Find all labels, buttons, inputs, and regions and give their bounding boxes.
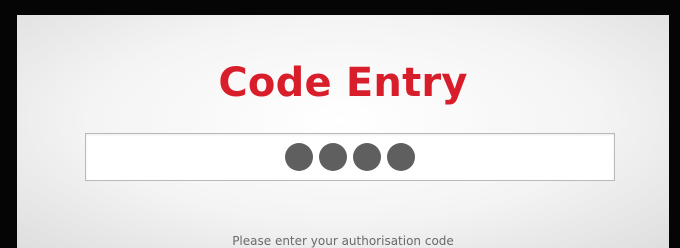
masked-code-dots [86,134,614,180]
code-dot [285,143,313,171]
authorisation-code-input[interactable] [85,133,615,181]
device-bezel: Code Entry Please enter your authorisati… [0,0,680,248]
code-dot [353,143,381,171]
code-dot [387,143,415,171]
code-entry-screen: Code Entry Please enter your authorisati… [17,15,669,248]
code-dot [319,143,347,171]
code-entry-hint: Please enter your authorisation code [232,234,454,248]
page-title: Code Entry [218,60,468,106]
